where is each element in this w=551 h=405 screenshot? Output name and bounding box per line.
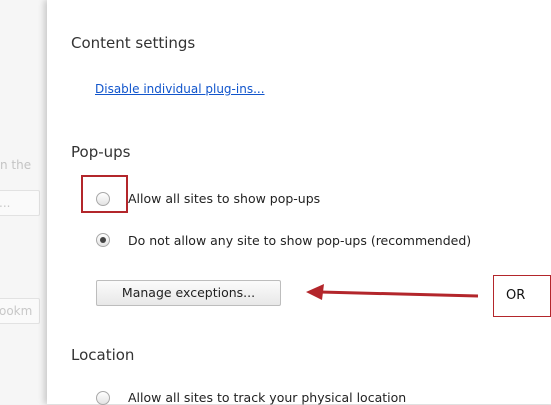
red-arrow-icon [306, 284, 479, 300]
background-partial-text: n the [0, 158, 32, 172]
allow-location-label: Allow all sites to track your physical l… [128, 390, 407, 405]
popups-heading: Pop-ups [71, 143, 131, 161]
allow-location-radio[interactable] [96, 391, 110, 405]
radio-highlight-box [81, 175, 128, 213]
background-partial-button: ... [0, 190, 40, 216]
block-popups-radio[interactable] [96, 233, 110, 247]
block-popups-label: Do not allow any site to show pop-ups (r… [128, 233, 472, 248]
manage-exceptions-button[interactable]: Manage exceptions... [96, 280, 281, 306]
background-partial-bookmarks-button: ookm [0, 298, 40, 324]
allow-popups-label: Allow all sites to show pop-ups [128, 191, 321, 206]
disable-plugins-link[interactable]: Disable individual plug-ins... [95, 82, 265, 96]
dialog-title: Content settings [71, 34, 196, 52]
or-annotation: OR [493, 275, 551, 317]
location-heading: Location [71, 346, 135, 364]
